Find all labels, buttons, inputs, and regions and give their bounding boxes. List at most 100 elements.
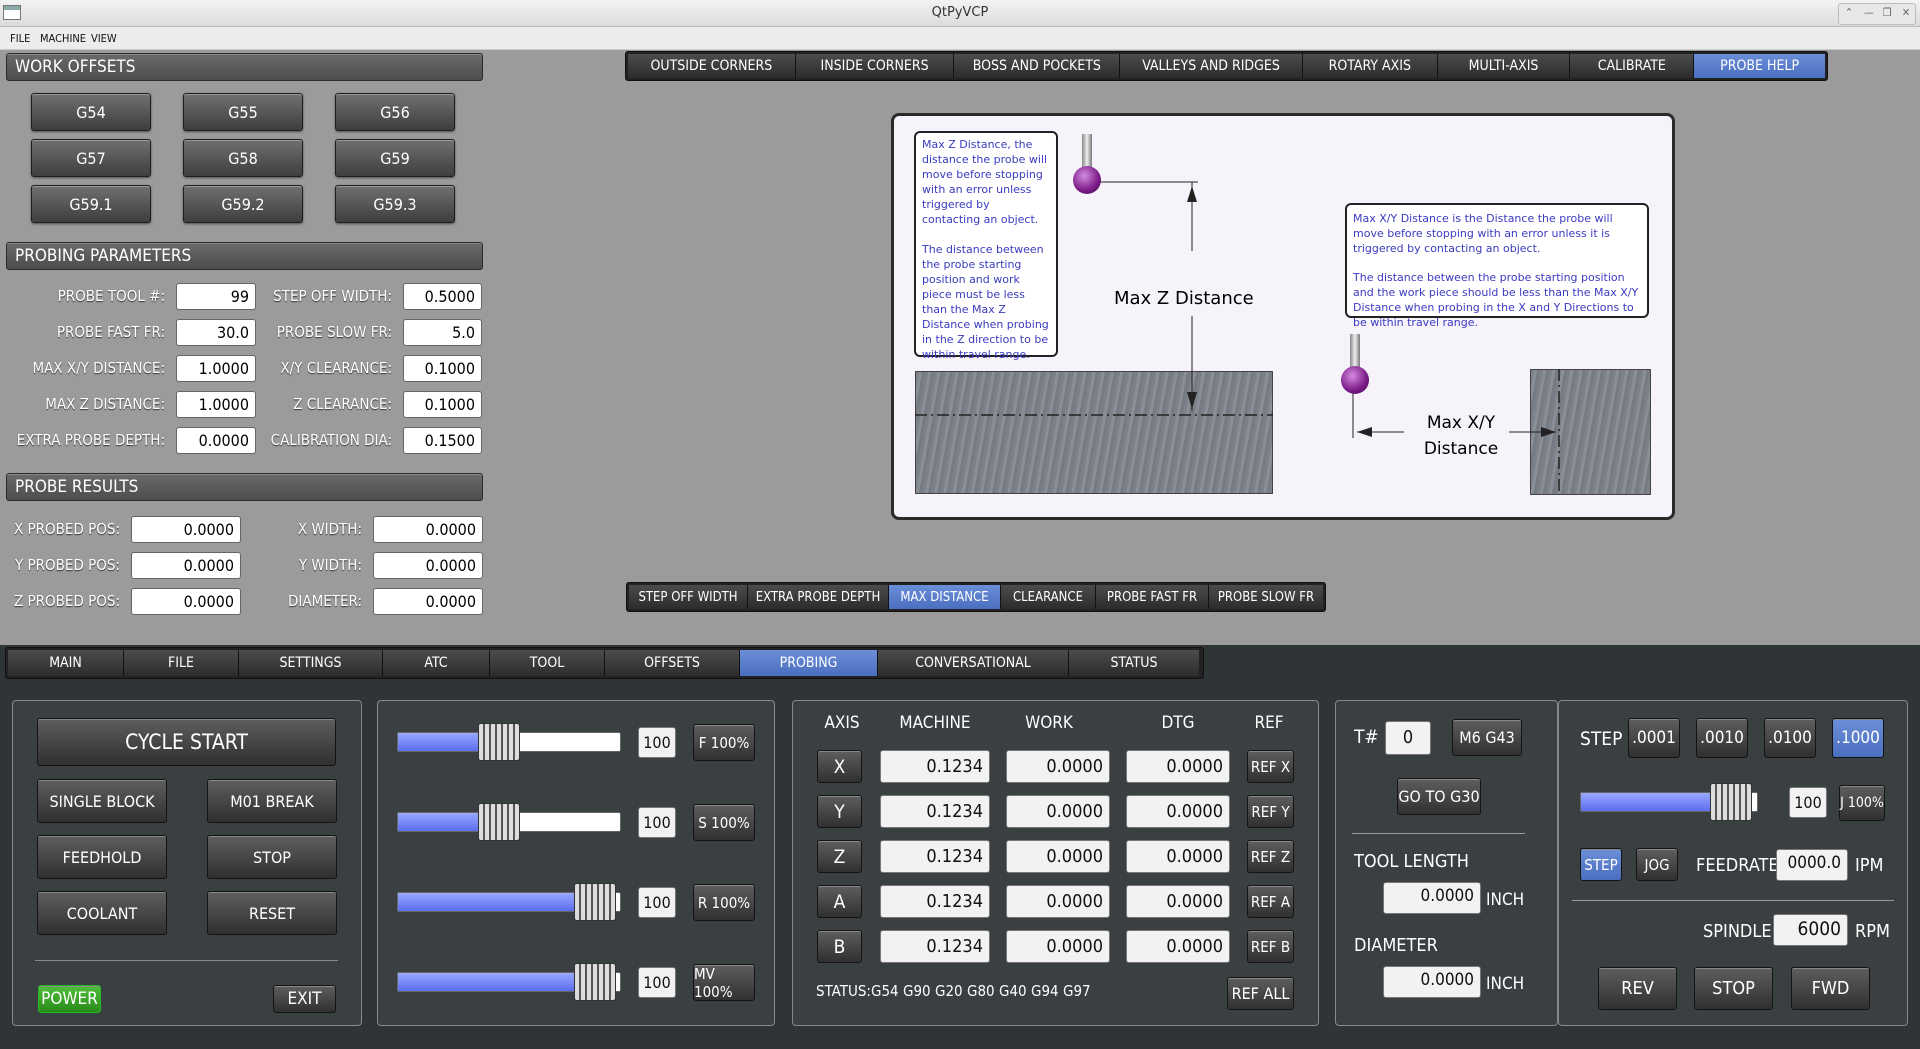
spindle-stop-button[interactable]: STOP (1694, 967, 1773, 1010)
tab-valleys-and-ridges[interactable]: VALLEYS AND RIDGES (1120, 54, 1303, 78)
ref-b-button[interactable]: REF B (1247, 930, 1294, 963)
tab-file[interactable]: FILE (124, 650, 239, 676)
g59-3-button[interactable]: G59.3 (335, 185, 455, 223)
feed-override-reset-button[interactable]: F 100% (693, 724, 755, 761)
rapid-override-reset-button[interactable]: R 100% (693, 884, 755, 921)
feed-override-handle[interactable] (477, 723, 520, 761)
tab-probing[interactable]: PROBING (740, 650, 878, 676)
menu-view[interactable]: VIEW (91, 32, 117, 45)
probe-fast-fr-input[interactable]: 30.0 (176, 319, 256, 346)
tab-calibrate[interactable]: CALIBRATE (1570, 54, 1695, 78)
tab-max-distance[interactable]: MAX DISTANCE (889, 585, 1001, 609)
probe-slow-fr-input[interactable]: 5.0 (403, 319, 482, 346)
g55-button[interactable]: G55 (183, 93, 303, 131)
axis-x-button[interactable]: X (817, 750, 862, 783)
g56-button[interactable]: G56 (335, 93, 455, 131)
g59-2-button[interactable]: G59.2 (183, 185, 303, 223)
exit-button[interactable]: EXIT (273, 985, 336, 1013)
tab-step-off-width[interactable]: STEP OFF WIDTH (629, 585, 748, 609)
feedrate-input[interactable]: 0000.0 (1776, 849, 1848, 881)
close-icon[interactable]: ✕ (1897, 4, 1915, 22)
max-velocity-override-handle[interactable] (574, 963, 617, 1001)
tab-probe-fast-fr[interactable]: PROBE FAST FR (1096, 585, 1209, 609)
restore-icon[interactable]: ❐ (1878, 4, 1896, 22)
rapid-override-value[interactable]: 100 (638, 887, 676, 918)
tab-atc[interactable]: ATC (383, 650, 490, 676)
max-z-distance-input[interactable]: 1.0000 (176, 391, 256, 418)
step-size-button[interactable]: .0010 (1696, 718, 1748, 758)
tab-main[interactable]: MAIN (8, 650, 124, 676)
step-size-button[interactable]: .0100 (1764, 718, 1816, 758)
tab-probe-slow-fr[interactable]: PROBE SLOW FR (1209, 585, 1323, 609)
maximize-icon[interactable]: — (1860, 4, 1878, 22)
tab-multi-axis[interactable]: MULTI-AXIS (1437, 54, 1571, 78)
ref-all-button[interactable]: REF ALL (1227, 977, 1294, 1010)
g54-button[interactable]: G54 (31, 93, 151, 131)
ref-z-button[interactable]: REF Z (1247, 840, 1294, 873)
g59-1-button[interactable]: G59.1 (31, 185, 151, 223)
tab-probe-help[interactable]: PROBE HELP (1694, 54, 1825, 78)
calibration-dia-input[interactable]: 0.1500 (403, 427, 482, 454)
max-velocity-override-reset-button[interactable]: MV 100% (693, 964, 755, 1001)
single-block-button[interactable]: SINGLE BLOCK (37, 779, 167, 823)
spindle-override-slider[interactable] (397, 803, 621, 841)
tab-offsets[interactable]: OFFSETS (605, 650, 740, 676)
jog-mode-button[interactable]: JOG (1636, 848, 1678, 881)
spindle-fwd-button[interactable]: FWD (1791, 967, 1870, 1010)
axis-y-button[interactable]: Y (817, 795, 862, 828)
spindle-override-value[interactable]: 100 (638, 807, 676, 838)
tab-boss-and-pockets[interactable]: BOSS AND POCKETS (954, 54, 1121, 78)
spindle-rpm-input[interactable]: 6000 (1773, 914, 1848, 946)
g58-button[interactable]: G58 (183, 139, 303, 177)
probe-tool-input[interactable]: 99 (176, 283, 256, 310)
step-size-button[interactable]: .1000 (1832, 718, 1884, 758)
spindle-rev-button[interactable]: REV (1598, 967, 1677, 1010)
tool-diameter-value[interactable]: 0.0000 (1383, 966, 1481, 998)
tab-settings[interactable]: SETTINGS (239, 650, 383, 676)
step-mode-button[interactable]: STEP (1580, 848, 1622, 881)
tool-length-value[interactable]: 0.0000 (1383, 882, 1481, 914)
go-to-g30-button[interactable]: GO TO G30 (1397, 778, 1481, 815)
m01-break-button[interactable]: M01 BREAK (207, 779, 337, 823)
menu-machine[interactable]: MACHINE (40, 32, 86, 45)
axis-a-button[interactable]: A (817, 885, 862, 918)
feed-override-value[interactable]: 100 (638, 727, 676, 758)
cycle-start-button[interactable]: CYCLE START (37, 718, 336, 766)
step-off-width-input[interactable]: 0.5000 (403, 283, 482, 310)
step-size-button[interactable]: .0001 (1628, 718, 1680, 758)
m6-g43-button[interactable]: M6 G43 (1452, 719, 1522, 756)
stop-button[interactable]: STOP (207, 835, 337, 879)
ref-x-button[interactable]: REF X (1247, 750, 1294, 783)
tab-rotary-axis[interactable]: ROTARY AXIS (1302, 54, 1438, 78)
spindle-override-reset-button[interactable]: S 100% (693, 804, 755, 841)
max-xy-distance-input[interactable]: 1.0000 (176, 355, 256, 382)
rapid-override-handle[interactable] (574, 883, 617, 921)
extra-probe-depth-input[interactable]: 0.0000 (176, 427, 256, 454)
jog-speed-slider[interactable] (1580, 783, 1758, 821)
tab-inside-corners[interactable]: INSIDE CORNERS (795, 54, 955, 78)
spindle-override-handle[interactable] (477, 803, 520, 841)
jog-percent-button[interactable]: J 100% (1839, 785, 1885, 821)
tab-outside-corners[interactable]: OUTSIDE CORNERS (628, 54, 796, 78)
feedhold-button[interactable]: FEEDHOLD (37, 835, 167, 879)
axis-b-button[interactable]: B (817, 930, 862, 963)
tab-tool[interactable]: TOOL (490, 650, 605, 676)
tab-clearance[interactable]: CLEARANCE (1001, 585, 1096, 609)
axis-z-button[interactable]: Z (817, 840, 862, 873)
tab-extra-probe-depth[interactable]: EXTRA PROBE DEPTH (748, 585, 889, 609)
tab-status[interactable]: STATUS (1069, 650, 1199, 676)
g59-button[interactable]: G59 (335, 139, 455, 177)
feed-override-slider[interactable] (397, 723, 621, 761)
rapid-override-slider[interactable] (397, 883, 621, 921)
z-clearance-input[interactable]: 0.1000 (403, 391, 482, 418)
ref-a-button[interactable]: REF A (1247, 885, 1294, 918)
xy-clearance-input[interactable]: 0.1000 (403, 355, 482, 382)
menu-file[interactable]: FILE (10, 32, 30, 45)
ref-y-button[interactable]: REF Y (1247, 795, 1294, 828)
max-velocity-override-value[interactable]: 100 (638, 967, 676, 998)
coolant-button[interactable]: COOLANT (37, 891, 167, 935)
max-velocity-override-slider[interactable] (397, 963, 621, 1001)
jog-slider-handle[interactable] (1709, 783, 1752, 821)
tool-number-input[interactable]: 0 (1385, 721, 1431, 755)
reset-button[interactable]: RESET (207, 891, 337, 935)
